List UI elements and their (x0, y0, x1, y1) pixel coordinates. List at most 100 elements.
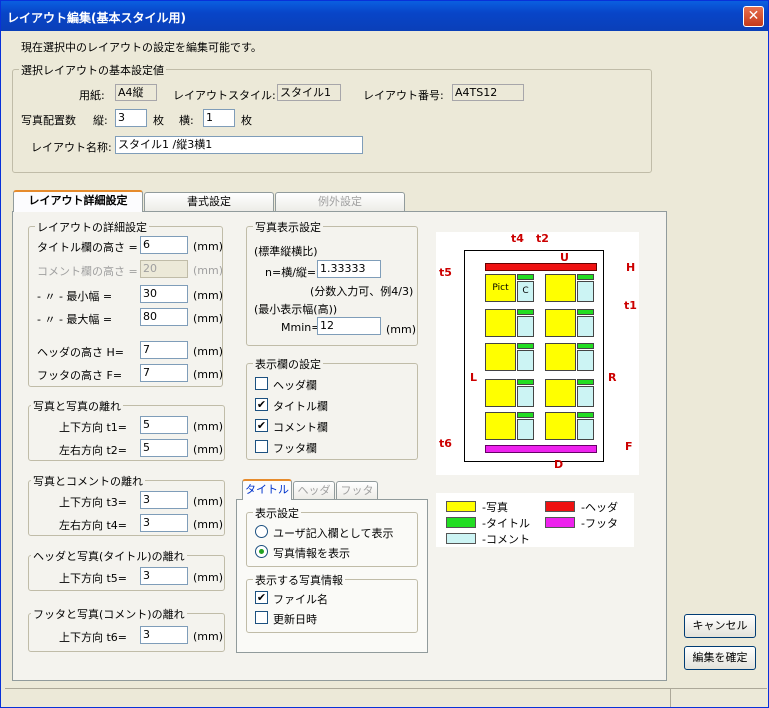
h-label: H (626, 261, 636, 274)
filename-checkbox[interactable]: ✔ (255, 591, 268, 604)
info-text: 現在選択中のレイアウトの設定を編集可能です。 (21, 41, 262, 54)
comment-cell (517, 350, 534, 371)
t2-label: t2 (536, 232, 549, 245)
filename-label: ファイル名 (273, 593, 328, 606)
title-cell (517, 412, 534, 418)
max-width-input[interactable]: 80 (140, 308, 188, 326)
header-height-input[interactable]: 7 (140, 341, 188, 359)
updated-date-checkbox[interactable] (255, 611, 268, 624)
footer-col-checkbox[interactable] (255, 440, 268, 453)
updated-date-label: 更新日時 (273, 613, 317, 626)
gap-t4-input[interactable]: 3 (140, 514, 188, 532)
subtab-header[interactable]: ヘッダ (293, 481, 335, 500)
unit-label: (mm) (193, 368, 224, 381)
title-height-label: タイトル欄の高さ = (37, 241, 138, 254)
user-input-radio[interactable] (255, 525, 268, 538)
unit-label: (mm) (193, 345, 224, 358)
r-label: R (608, 371, 617, 384)
subtab-title[interactable]: タイトル (242, 479, 292, 500)
min-size-label: (最小表示幅(高)) (254, 303, 338, 316)
horiz-count-input[interactable]: 1 (203, 109, 235, 127)
legend-comment-label: -コメント (482, 533, 530, 546)
group-title: 写真と写真の離れ (31, 398, 123, 414)
t1-label: t1 (624, 299, 637, 312)
t4-label: t4 (511, 232, 524, 245)
photo-info-radio[interactable] (255, 545, 268, 558)
unit-label: 枚 (153, 114, 164, 127)
ratio-label: (標準縦横比) (254, 245, 318, 258)
comment-cell: C (517, 281, 534, 302)
unit-label: (mm) (193, 571, 224, 584)
group-title: 写真とコメントの離れ (31, 473, 145, 489)
style-value: スタイル1 (277, 84, 341, 101)
d-label: D (554, 458, 564, 471)
unit-label: (mm) (193, 443, 224, 456)
comment-col-label: コメント欄 (273, 421, 328, 434)
min-size-input[interactable]: 12 (317, 317, 381, 335)
status-bar (5, 688, 767, 707)
display-cols-group: 表示欄の設定 (246, 356, 418, 460)
gap-t2-input[interactable]: 5 (140, 439, 188, 457)
photo-info-group: 表示する写真情報 (246, 572, 418, 633)
gap-t3-input[interactable]: 3 (140, 491, 188, 509)
comment-col-checkbox[interactable]: ✔ (255, 419, 268, 432)
tab-format[interactable]: 書式設定 (144, 192, 274, 212)
title-col-label: タイトル欄 (273, 400, 328, 413)
ratio-input[interactable]: 1.33333 (317, 260, 381, 278)
tab-layout-detail[interactable]: レイアウト詳細設定 (13, 190, 143, 212)
ratio-eq-label: n=横/縦= (265, 266, 317, 279)
unit-label: (mm) (193, 495, 224, 508)
group-title: レイアウトの詳細設定 (35, 219, 149, 235)
photo-cell (485, 379, 516, 407)
min-width-label: - 〃 - 最小幅 = (37, 290, 113, 303)
group-title: 表示欄の設定 (253, 356, 323, 372)
group-title: ヘッダと写真(タイトル)の離れ (31, 548, 187, 564)
header-height-label: ヘッダの高さ H= (37, 346, 124, 359)
gap-t6-label: 上下方向 t6= (59, 631, 128, 644)
legend-footer-swatch (545, 517, 575, 528)
subtab-footer[interactable]: フッタ (336, 481, 378, 500)
title-cell (577, 412, 594, 418)
confirm-button[interactable]: 編集を確定 (684, 646, 756, 670)
close-button[interactable]: ✕ (743, 6, 764, 27)
gap-t5-input[interactable]: 3 (140, 567, 188, 585)
legend-photo-label: -写真 (482, 501, 508, 514)
style-label: レイアウトスタイル: (173, 89, 276, 102)
comment-cell (517, 316, 534, 337)
photo-cell (545, 412, 576, 440)
vert-count-input[interactable]: 3 (115, 109, 147, 127)
comment-height-label: コメント欄の高さ = (37, 265, 138, 278)
title-cell (577, 379, 594, 385)
title-bar[interactable]: レイアウト編集(基本スタイル用) ✕ (1, 1, 768, 31)
tab-exception[interactable]: 例外設定 (275, 192, 405, 212)
footer-height-input[interactable]: 7 (140, 364, 188, 382)
layout-name-input[interactable]: スタイル1 /縦3横1 (115, 136, 363, 154)
paper-label: 用紙: (79, 89, 105, 102)
number-value: A4TS12 (452, 84, 524, 101)
legend-title-swatch (446, 517, 476, 528)
paper-value: A4縦 (115, 84, 157, 101)
comment-cell (577, 281, 594, 302)
u-label: U (560, 251, 569, 264)
min-width-input[interactable]: 30 (140, 285, 188, 303)
group-title: 選択レイアウトの基本設定値 (19, 62, 166, 78)
unit-label: (mm) (193, 240, 224, 253)
dialog-window: レイアウト編集(基本スタイル用) ✕ 現在選択中のレイアウトの設定を編集可能です… (0, 0, 769, 708)
gap-t6-input[interactable]: 3 (140, 626, 188, 644)
cancel-button[interactable]: キャンセル (684, 614, 756, 638)
comment-cell (577, 419, 594, 440)
legend-header-label: -ヘッダ (581, 501, 618, 514)
gap-t1-input[interactable]: 5 (140, 416, 188, 434)
comment-cell (577, 350, 594, 371)
status-divider (670, 689, 671, 707)
title-col-checkbox[interactable]: ✔ (255, 398, 268, 411)
photo-cell: Pict (485, 274, 516, 302)
title-height-input[interactable]: 6 (140, 236, 188, 254)
header-col-checkbox[interactable] (255, 377, 268, 390)
t6-label: t6 (439, 437, 452, 450)
comment-cell (577, 386, 594, 407)
gap-t3-label: 上下方向 t3= (59, 496, 128, 509)
title-cell (577, 309, 594, 315)
legend-title-label: -タイトル (482, 517, 530, 530)
comment-height-input[interactable]: 20 (140, 260, 188, 278)
